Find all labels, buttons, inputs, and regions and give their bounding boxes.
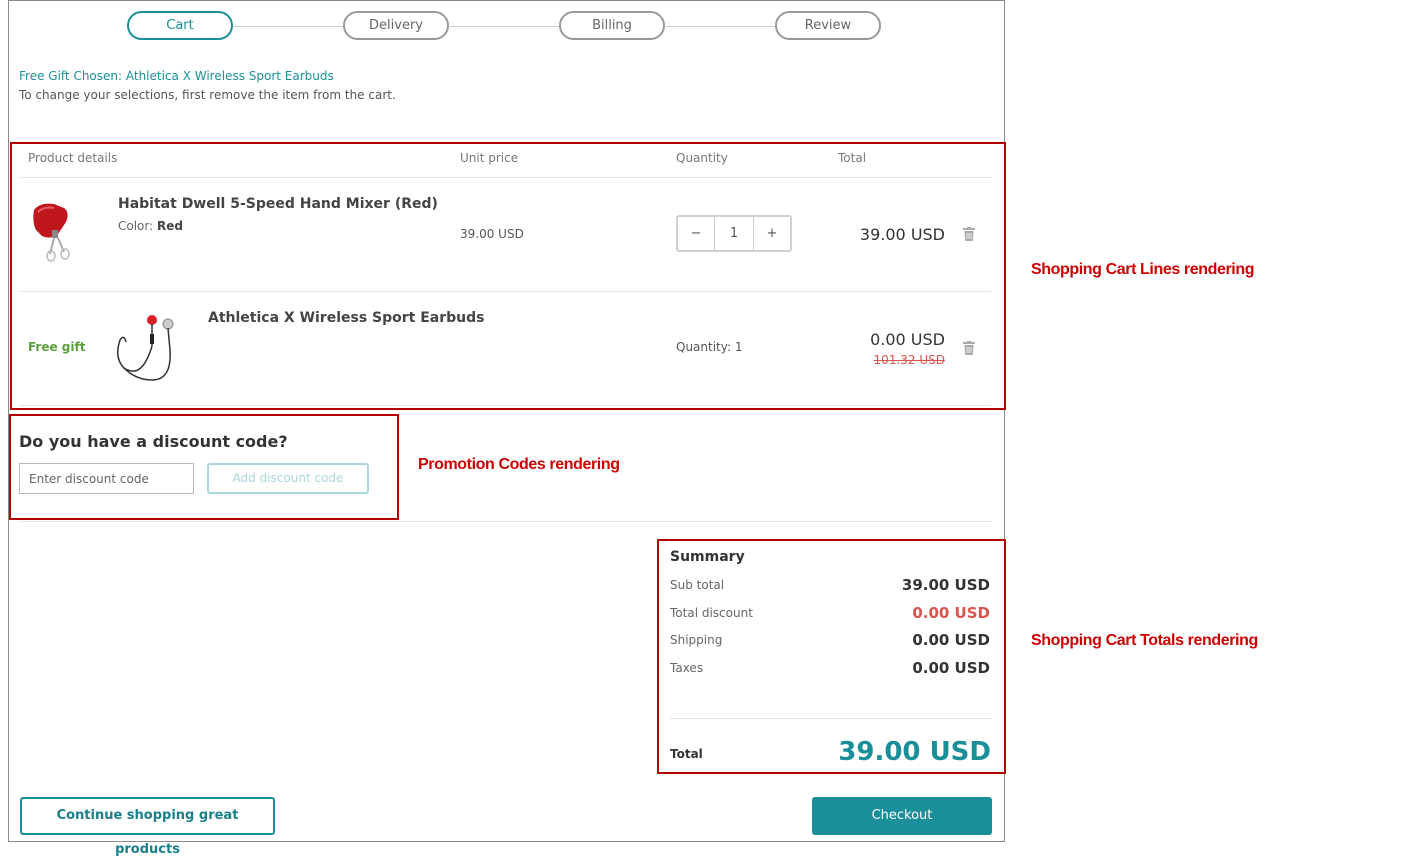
line-total: 39.00 USD <box>859 225 945 244</box>
checkout-button[interactable]: Checkout <box>812 797 992 835</box>
divider <box>19 405 991 406</box>
taxes-value: 0.00 USD <box>912 659 990 677</box>
divider <box>670 718 992 719</box>
summary-title: Summary <box>670 549 745 565</box>
unit-price: 39.00 USD <box>460 227 524 241</box>
total-discount-label: Total discount <box>670 606 753 620</box>
subtotal-value: 39.00 USD <box>901 576 990 594</box>
add-discount-button[interactable]: Add discount code <box>207 463 369 494</box>
stepper-connector <box>666 26 776 27</box>
hand-mixer-image[interactable] <box>30 200 78 262</box>
earbuds-image[interactable] <box>112 306 178 384</box>
original-price: 101.32 USD <box>873 353 945 367</box>
divider <box>19 291 991 292</box>
step-delivery[interactable]: Delivery <box>343 11 449 40</box>
taxes-label: Taxes <box>670 661 704 675</box>
free-gift-badge: Free gift <box>28 340 86 354</box>
total-label: Total <box>670 747 703 761</box>
stepper-connector <box>450 26 560 27</box>
cart-totals-annotation: Shopping Cart Totals rendering <box>1031 632 1258 649</box>
quantity-increase-button[interactable]: + <box>754 217 790 250</box>
color-value: Red <box>157 219 183 233</box>
quantity-value[interactable]: 1 <box>714 217 754 250</box>
stepper-connector <box>234 26 344 27</box>
line-total: 0.00 USD <box>870 330 945 349</box>
product-name[interactable]: Habitat Dwell 5-Speed Hand Mixer (Red) <box>118 196 438 212</box>
free-gift-notice: Free Gift Chosen: Athletica X Wireless S… <box>19 69 334 83</box>
continue-shopping-button[interactable]: Continue shopping great products <box>20 797 275 857</box>
discount-code-input[interactable] <box>19 463 194 494</box>
gift-quantity: Quantity: 1 <box>676 340 743 354</box>
total-discount-value: 0.00 USD <box>912 604 990 622</box>
header-quantity: Quantity <box>676 151 728 165</box>
header-product-details: Product details <box>28 151 118 165</box>
quantity-stepper: − 1 + <box>676 215 792 252</box>
discount-title: Do you have a discount code? <box>19 432 288 451</box>
shipping-value: 0.00 USD <box>912 631 990 649</box>
subtotal-label: Sub total <box>670 578 725 592</box>
step-review[interactable]: Review <box>775 11 881 40</box>
quantity-decrease-button[interactable]: − <box>678 217 714 250</box>
promo-codes-annotation: Promotion Codes rendering <box>418 456 620 473</box>
gift-instruction: To change your selections, first remove … <box>19 88 396 102</box>
grand-total-value: 39.00 USD <box>838 737 991 767</box>
header-total: Total <box>838 151 867 165</box>
step-cart[interactable]: Cart <box>127 11 233 40</box>
color-label: Color: <box>118 219 154 233</box>
product-color: Color: Red <box>118 219 183 233</box>
divider <box>19 177 991 178</box>
trash-icon[interactable] <box>963 341 975 355</box>
step-billing[interactable]: Billing <box>559 11 665 40</box>
product-name[interactable]: Athletica X Wireless Sport Earbuds <box>208 310 485 326</box>
cart-lines-annotation: Shopping Cart Lines rendering <box>1031 261 1255 278</box>
shipping-label: Shipping <box>670 633 723 647</box>
divider <box>19 521 991 522</box>
header-unit-price: Unit price <box>460 151 519 165</box>
trash-icon[interactable] <box>963 227 975 241</box>
